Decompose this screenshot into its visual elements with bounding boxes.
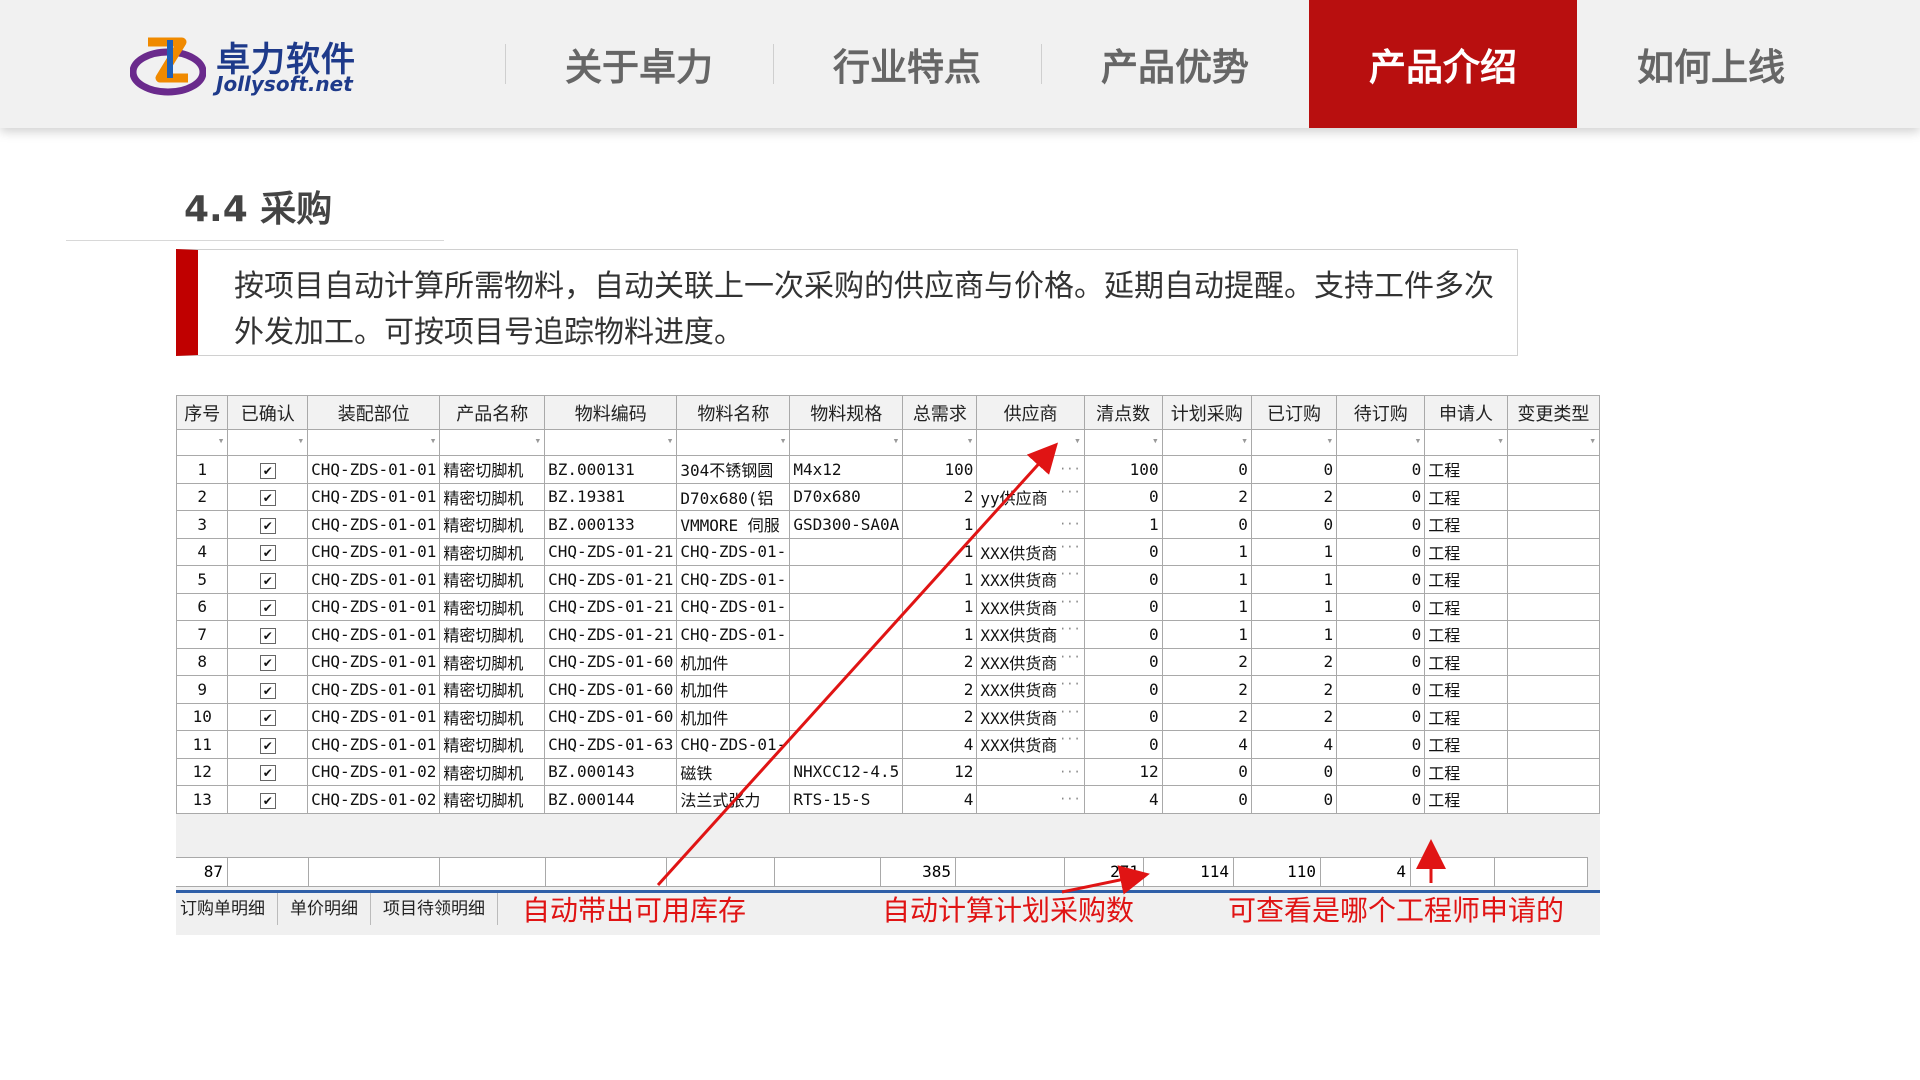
site-header: 卓力软件 Jollysoft.net 关于卓力 行业特点 产品优势 产品介绍 如… xyxy=(0,0,1920,128)
annotation-arrows xyxy=(656,442,1446,895)
nav-item-go-live[interactable]: 如何上线 xyxy=(1577,0,1845,128)
main-nav: 关于卓力 行业特点 产品优势 产品介绍 如何上线 xyxy=(505,0,1845,128)
description-text: 按项目自动计算所需物料，自动关联上一次采购的供应商与价格。延期自动提醒。支持工件… xyxy=(234,269,1494,350)
brand-logo-icon xyxy=(130,37,206,96)
brand-name-en: Jollysoft.net xyxy=(216,72,353,96)
nav-item-about[interactable]: 关于卓力 xyxy=(505,0,773,128)
section-divider xyxy=(66,240,444,241)
nav-item-advantages[interactable]: 产品优势 xyxy=(1041,0,1309,128)
nav-item-products[interactable]: 产品介绍 xyxy=(1309,0,1577,128)
section-title: 4.4 采购 xyxy=(184,189,333,230)
description-box: 按项目自动计算所需物料，自动关联上一次采购的供应商与价格。延期自动提醒。支持工件… xyxy=(176,249,1518,356)
arrow-to-count-column xyxy=(656,442,1059,887)
nav-item-industry[interactable]: 行业特点 xyxy=(773,0,1041,128)
brand-logo[interactable]: 卓力软件 Jollysoft.net xyxy=(130,30,360,100)
purchase-grid-screenshot: 序号 已确认 装配部位 产品名称 物料编码 物料名称 物料规格 总需求 供应商 清点数 计划采购 已订… xyxy=(176,395,1600,935)
arrow-to-plan-total xyxy=(1061,865,1150,895)
